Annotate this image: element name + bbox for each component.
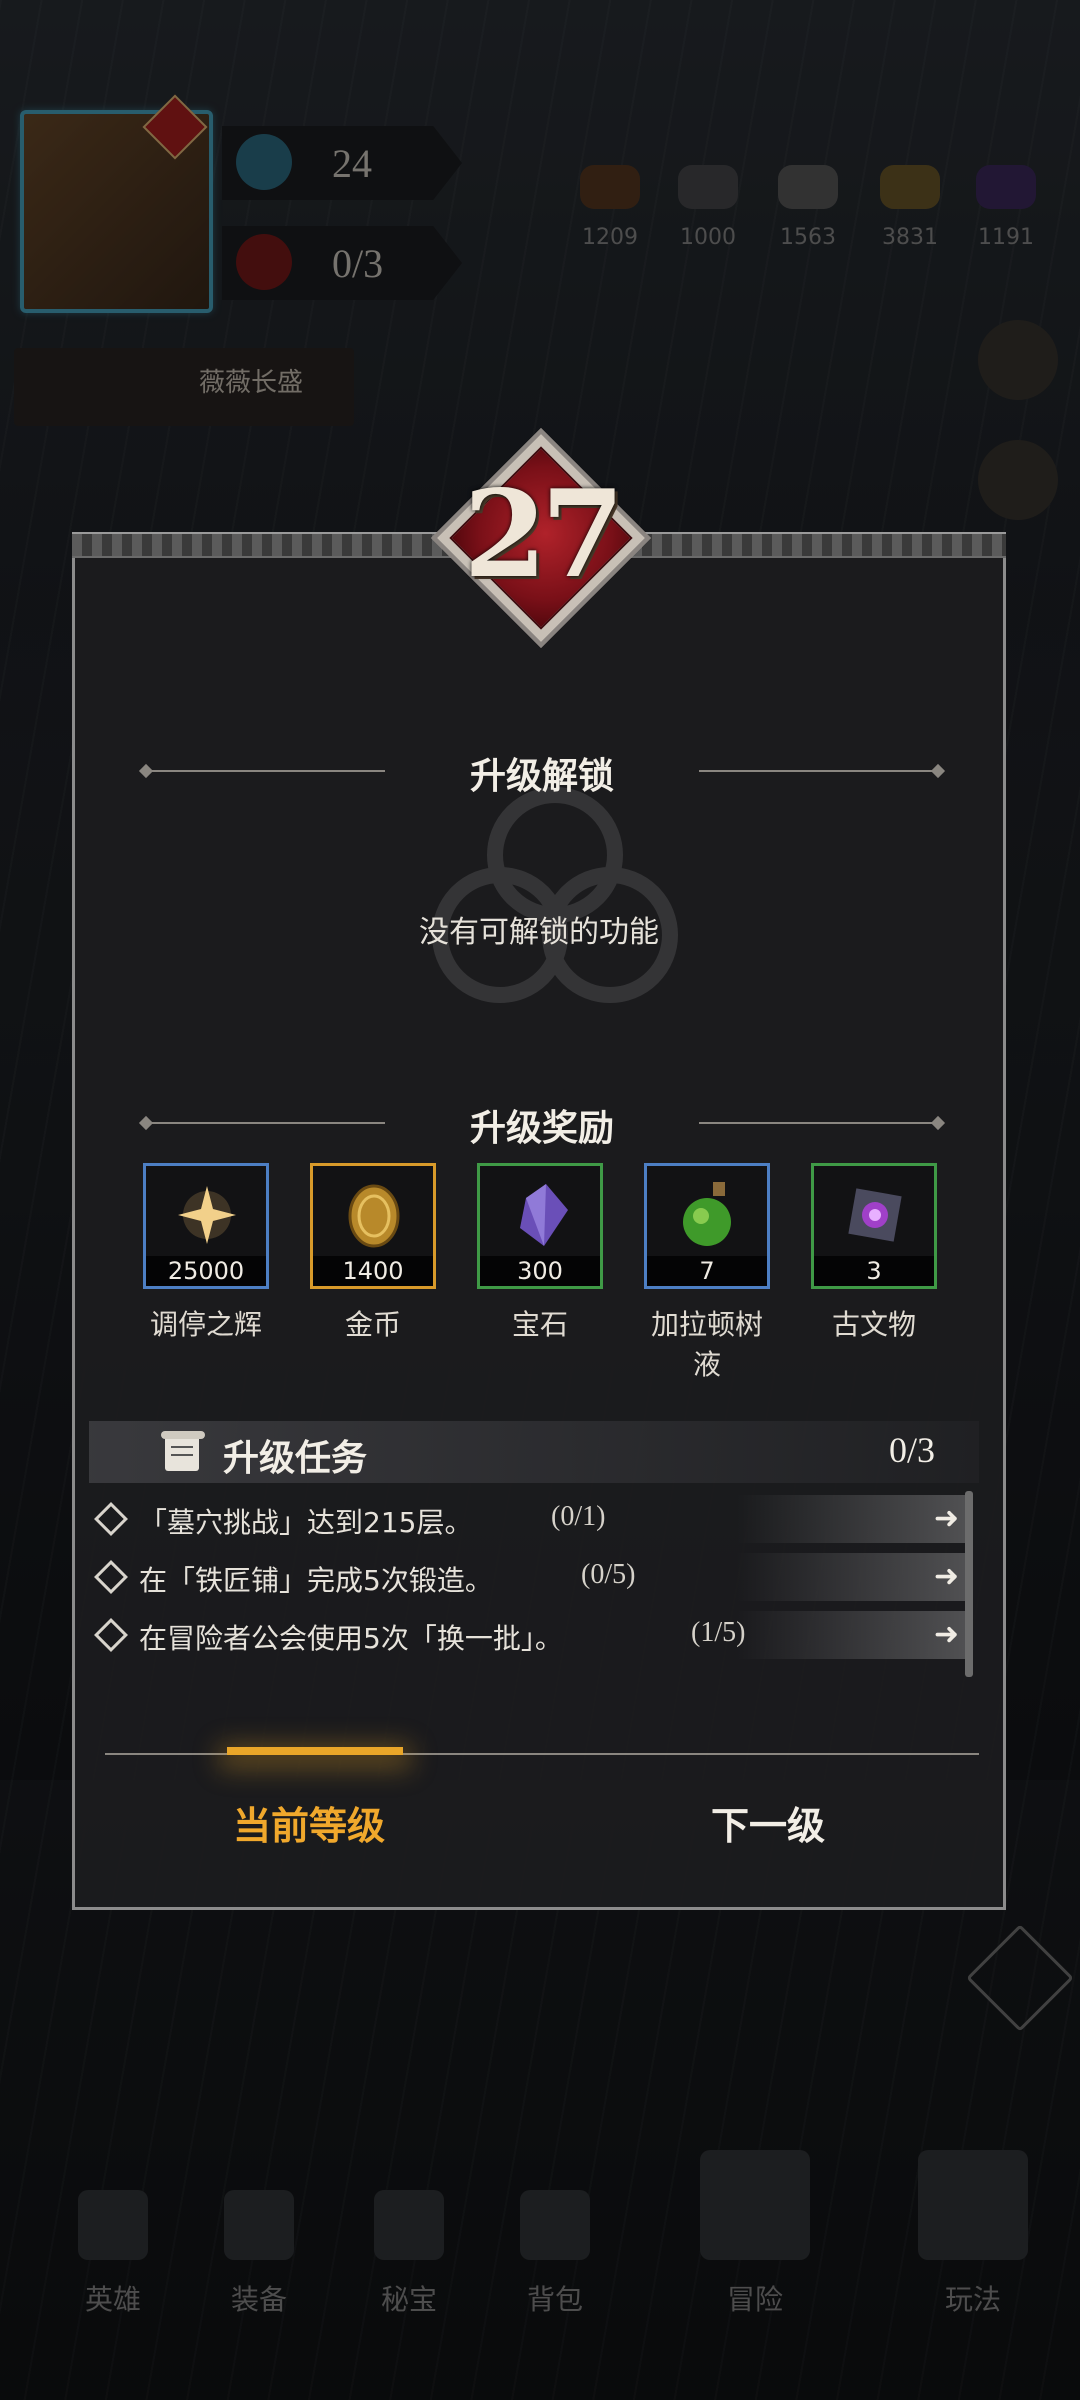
level-up-modal: 升级解锁 没有可解锁的功能 升级奖励 25000 调停之辉 1400 金币 30… bbox=[72, 532, 1006, 1910]
task-go-button[interactable]: ➜ bbox=[737, 1495, 967, 1543]
go-arrow-icon: ➜ bbox=[933, 1559, 959, 1594]
task-text: 在冒险者公会使用5次「换一批」。 bbox=[139, 1622, 563, 1655]
reward-slot: 25000 bbox=[143, 1163, 269, 1289]
reward-item[interactable]: 25000 调停之辉 bbox=[141, 1163, 271, 1343]
celtic-knot-watermark bbox=[432, 787, 678, 1003]
unlock-section-header: 升级解锁 bbox=[75, 745, 1009, 797]
reward-item[interactable]: 3 古文物 bbox=[809, 1163, 939, 1343]
task-diamond-icon bbox=[94, 1502, 128, 1536]
task-go-button[interactable]: ➜ bbox=[737, 1611, 967, 1659]
reward-slot: 1400 bbox=[310, 1163, 436, 1289]
reward-name: 古文物 bbox=[831, 1308, 916, 1341]
task-progress: (0/5) bbox=[581, 1559, 636, 1590]
task-go-button[interactable]: ➜ bbox=[737, 1553, 967, 1601]
go-arrow-icon: ➜ bbox=[933, 1501, 959, 1536]
rewards-title: 升级奖励 bbox=[469, 1108, 614, 1149]
reward-name: 宝石 bbox=[511, 1308, 568, 1341]
rewards-section-header: 升级奖励 bbox=[75, 1097, 1009, 1149]
task-diamond-icon bbox=[94, 1560, 128, 1594]
unlock-title: 升级解锁 bbox=[469, 756, 614, 797]
reward-qty: 300 bbox=[480, 1256, 600, 1286]
reward-qty: 25000 bbox=[146, 1256, 266, 1286]
radiant-star-icon bbox=[178, 1186, 236, 1244]
reward-slot: 3 bbox=[811, 1163, 937, 1289]
reward-name: 调停之辉 bbox=[149, 1308, 262, 1341]
potion-icon bbox=[683, 1182, 731, 1246]
gold-coin-icon bbox=[348, 1184, 400, 1248]
tasks-title: 升级任务 bbox=[223, 1438, 368, 1479]
task-row[interactable]: 「墓穴挑战」达到215层。 (0/1) ➜ bbox=[91, 1495, 967, 1543]
reward-slot: 300 bbox=[477, 1163, 603, 1289]
tasks-count: 0/3 bbox=[888, 1430, 935, 1470]
go-arrow-icon: ➜ bbox=[933, 1617, 959, 1652]
unlock-message: 没有可解锁的功能 bbox=[419, 915, 659, 950]
tab-next-level[interactable]: 下一级 bbox=[711, 1795, 825, 1850]
reward-qty: 1400 bbox=[313, 1256, 433, 1286]
scroll-icon bbox=[161, 1431, 205, 1471]
reward-slot: 7 bbox=[644, 1163, 770, 1289]
level-badge: 27 bbox=[431, 428, 651, 648]
reward-name: 金币 bbox=[344, 1308, 401, 1341]
task-row[interactable]: 在冒险者公会使用5次「换一批」。 (1/5) ➜ bbox=[91, 1611, 967, 1659]
reward-qty: 3 bbox=[814, 1256, 934, 1286]
reward-name: 加拉顿树液 bbox=[650, 1308, 763, 1381]
task-text: 「墓穴挑战」达到215层。 bbox=[139, 1506, 473, 1539]
tasks-header: 升级任务 0/3 bbox=[89, 1421, 979, 1483]
tasks-scrollbar[interactable] bbox=[965, 1491, 973, 1677]
reward-item[interactable]: 1400 金币 bbox=[308, 1163, 438, 1343]
task-progress: (0/1) bbox=[551, 1501, 606, 1532]
reward-qty: 7 bbox=[647, 1256, 767, 1286]
artifact-icon bbox=[848, 1188, 902, 1242]
task-text: 在「铁匠铺」完成5次锻造。 bbox=[139, 1564, 493, 1597]
level-number: 27 bbox=[463, 464, 625, 605]
active-tab-indicator bbox=[227, 1747, 403, 1755]
tab-current-level[interactable]: 当前等级 bbox=[233, 1795, 385, 1850]
reward-item[interactable]: 7 加拉顿树液 bbox=[642, 1163, 772, 1383]
task-diamond-icon bbox=[94, 1618, 128, 1652]
task-row[interactable]: 在「铁匠铺」完成5次锻造。 (0/5) ➜ bbox=[91, 1553, 967, 1601]
gem-icon bbox=[520, 1184, 568, 1246]
reward-item[interactable]: 300 宝石 bbox=[475, 1163, 605, 1343]
